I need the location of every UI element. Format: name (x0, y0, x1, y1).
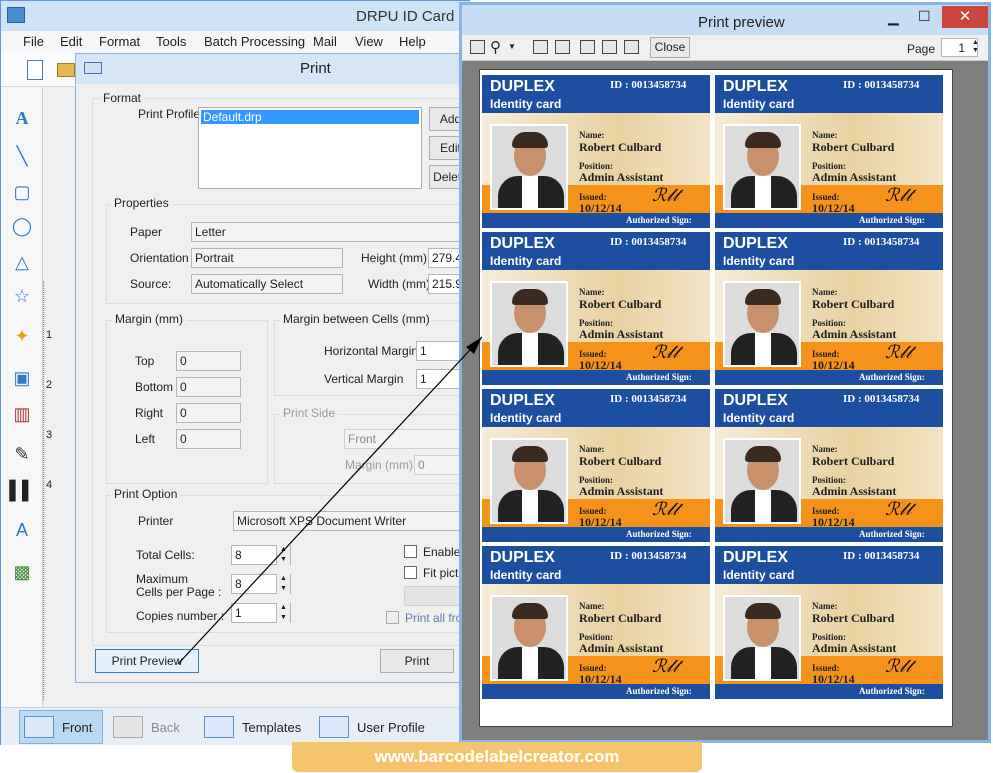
callout-arrow (177, 336, 483, 665)
website-url: www.barcodelabelcreator.com (374, 747, 620, 766)
website-banner: www.barcodelabelcreator.com (292, 742, 702, 772)
